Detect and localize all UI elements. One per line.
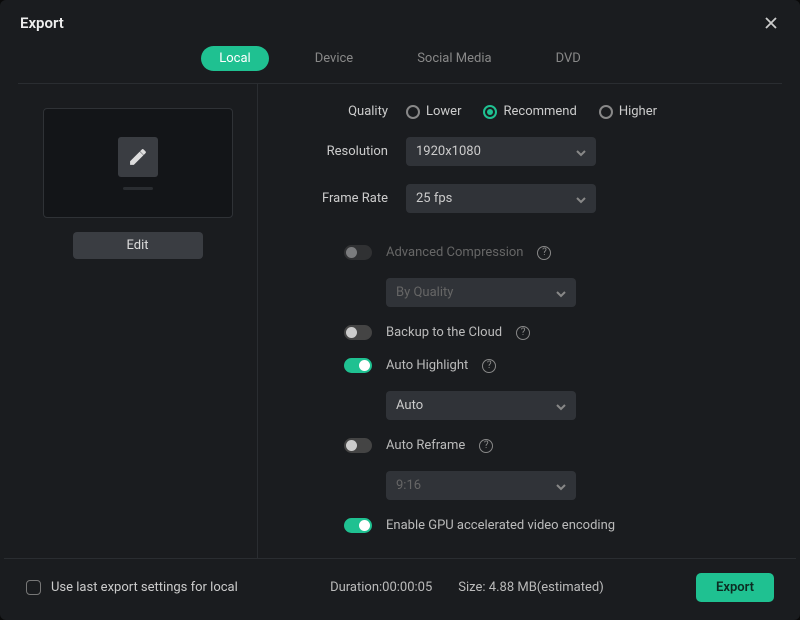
chevron-down-icon (576, 147, 586, 157)
framerate-row: Frame Rate 25 fps (286, 184, 768, 213)
preview-pane: Edit (18, 84, 258, 558)
backup-cloud-row: Backup to the Cloud ? (286, 325, 768, 340)
dialog-title: Export (20, 14, 64, 32)
auto-reframe-toggle[interactable] (344, 438, 372, 453)
footer-left: Use last export settings for local (26, 580, 238, 595)
help-icon[interactable]: ? (537, 246, 551, 260)
duration-text: Duration:00:00:05 (330, 580, 432, 595)
quality-row: Quality Lower Recommend Higher (286, 104, 768, 119)
chevron-down-icon (576, 194, 586, 204)
radio-recommend[interactable]: Recommend (483, 104, 576, 119)
radio-higher-label: Higher (619, 104, 657, 119)
auto-reframe-select: 9:16 (386, 471, 576, 500)
auto-highlight-select[interactable]: Auto (386, 391, 576, 420)
resolution-select[interactable]: 1920x1080 (406, 137, 596, 166)
auto-reframe-row: Auto Reframe ? (286, 438, 768, 453)
export-button[interactable]: Export (696, 573, 774, 602)
tab-device[interactable]: Device (297, 46, 372, 71)
backup-cloud-toggle[interactable] (344, 325, 372, 340)
chevron-down-icon (556, 401, 566, 411)
framerate-value: 25 fps (416, 191, 452, 206)
auto-highlight-toggle[interactable] (344, 358, 372, 373)
adv-compression-row: Advanced Compression ? (286, 245, 768, 260)
radio-lower[interactable]: Lower (406, 104, 461, 119)
quality-radios: Lower Recommend Higher (406, 104, 657, 119)
edit-button[interactable]: Edit (73, 232, 203, 259)
adv-compression-label: Advanced Compression (386, 245, 523, 260)
auto-reframe-select-wrap: 9:16 (386, 471, 768, 500)
help-icon[interactable]: ? (516, 326, 530, 340)
quality-label: Quality (286, 104, 406, 119)
adv-compression-select-value: By Quality (396, 285, 453, 300)
adv-compression-toggle (344, 245, 372, 260)
thumbnail-bar (123, 187, 153, 190)
framerate-label: Frame Rate (286, 191, 406, 206)
radio-higher[interactable]: Higher (599, 104, 657, 119)
auto-highlight-select-value: Auto (396, 398, 423, 413)
auto-reframe-label: Auto Reframe (386, 438, 465, 453)
gpu-encode-toggle[interactable] (344, 518, 372, 533)
auto-highlight-label: Auto Highlight (386, 358, 468, 373)
resolution-value: 1920x1080 (416, 144, 481, 159)
dialog-header: Export (0, 0, 800, 42)
auto-reframe-select-value: 9:16 (396, 478, 421, 493)
adv-compression-select-wrap: By Quality (386, 278, 768, 307)
size-text: Size: 4.88 MB(estimated) (458, 580, 603, 595)
edit-icon (118, 137, 158, 177)
tab-social-media[interactable]: Social Media (399, 46, 509, 71)
chevron-down-icon (556, 288, 566, 298)
use-last-settings-label: Use last export settings for local (51, 580, 238, 595)
tab-bar: Local Device Social Media DVD (0, 42, 800, 83)
close-button[interactable] (762, 14, 780, 32)
gpu-encode-row: Enable GPU accelerated video encoding (286, 518, 768, 533)
resolution-row: Resolution 1920x1080 (286, 137, 768, 166)
framerate-select[interactable]: 25 fps (406, 184, 596, 213)
export-dialog: Export Local Device Social Media DVD Edi… (0, 0, 800, 620)
gpu-encode-label: Enable GPU accelerated video encoding (386, 518, 615, 533)
use-last-settings-checkbox[interactable] (26, 580, 41, 595)
footer-info: Duration:00:00:05 Size: 4.88 MB(estimate… (330, 580, 604, 595)
help-icon[interactable]: ? (479, 439, 493, 453)
resolution-label: Resolution (286, 144, 406, 159)
adv-compression-select: By Quality (386, 278, 576, 307)
dialog-footer: Use last export settings for local Durat… (4, 558, 796, 620)
radio-recommend-label: Recommend (503, 104, 576, 119)
tab-local[interactable]: Local (201, 46, 268, 71)
chevron-down-icon (556, 481, 566, 491)
preview-thumbnail[interactable] (43, 108, 233, 218)
help-icon[interactable]: ? (482, 359, 496, 373)
radio-lower-label: Lower (426, 104, 461, 119)
tab-dvd[interactable]: DVD (538, 46, 599, 71)
auto-highlight-row: Auto Highlight ? (286, 358, 768, 373)
backup-cloud-label: Backup to the Cloud (386, 325, 502, 340)
settings-pane[interactable]: Quality Lower Recommend Higher (258, 84, 782, 558)
auto-highlight-select-wrap: Auto (386, 391, 768, 420)
dialog-body: Edit Quality Lower Recommend Higher (18, 83, 782, 558)
